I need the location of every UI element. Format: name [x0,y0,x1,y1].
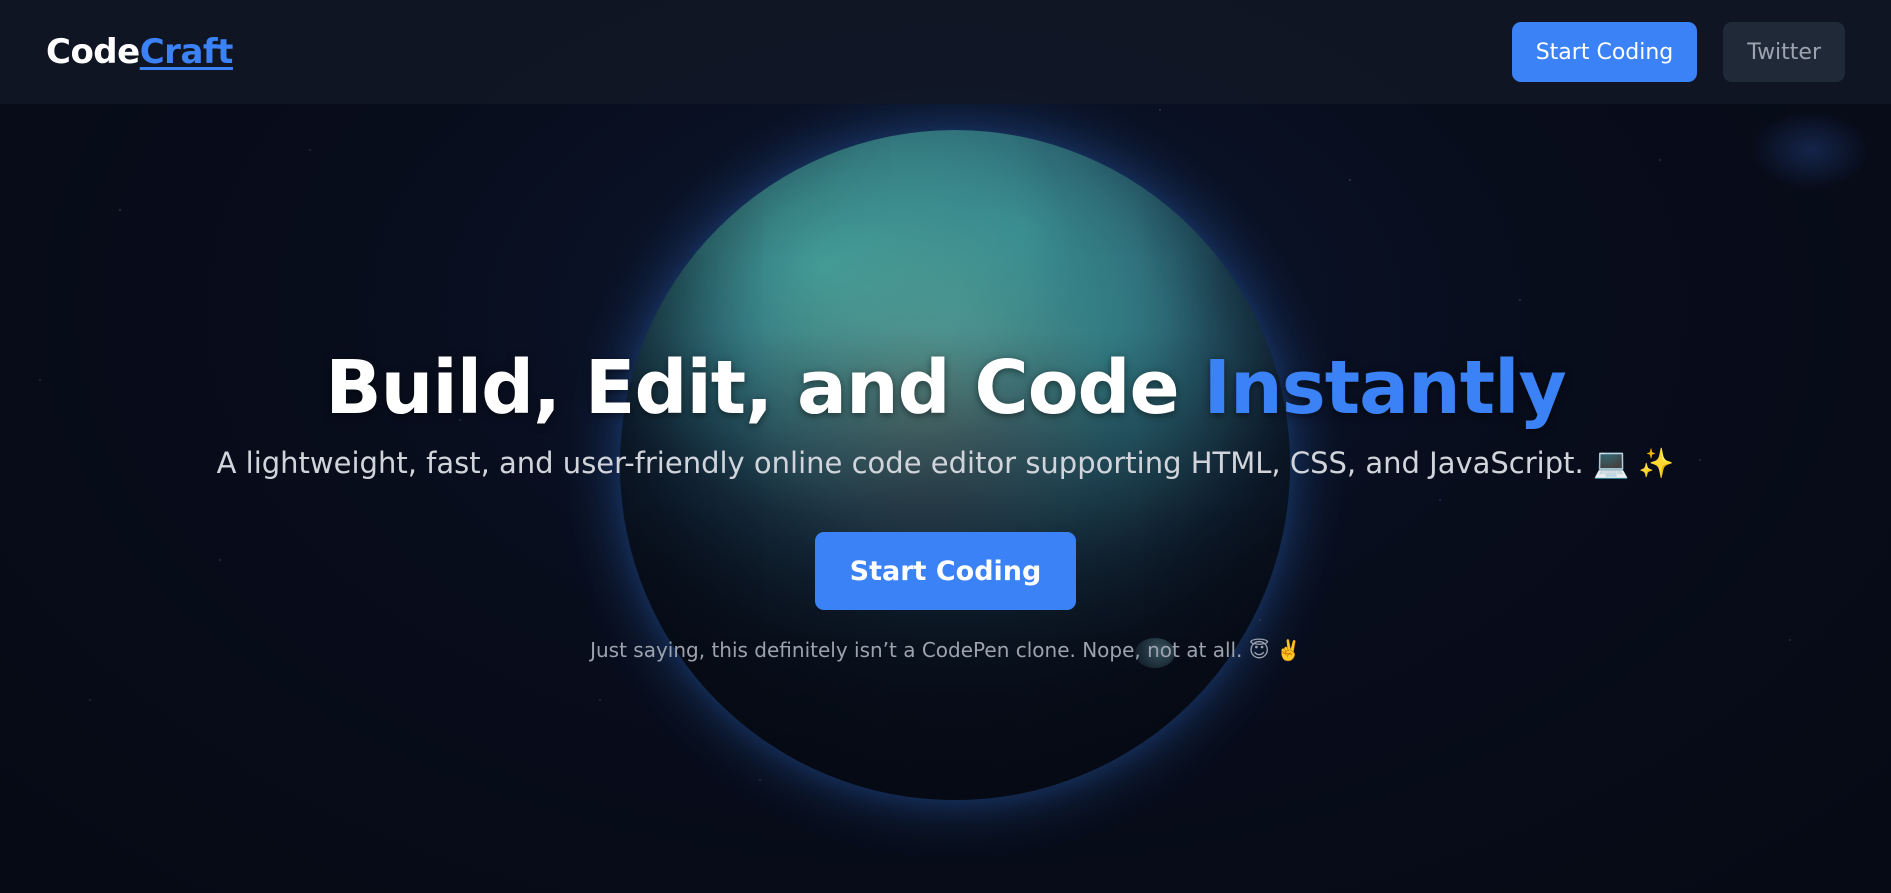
hero-start-coding-button[interactable]: Start Coding [814,532,1077,610]
nebula-decoration [1751,110,1871,190]
landing-page: CodeCraft Start Coding Twitter Build, Ed… [0,0,1891,893]
top-navbar: CodeCraft Start Coding Twitter [0,0,1891,104]
header-nav: Start Coding Twitter [1511,22,1845,82]
hero-footnote: Just saying, this definitely isn’t a Cod… [590,638,1301,662]
hero-subtitle: A lightweight, fast, and user-friendly o… [216,446,1675,480]
cta-container: Start Coding [0,532,1891,610]
hero-headline: Build, Edit, and Code Instantly [0,345,1891,431]
logo-text-accent: Craft [139,32,234,72]
logo-text-main: Code [46,32,140,72]
nav-start-coding-button[interactable]: Start Coding [1511,22,1698,82]
headline-main-text: Build, Edit, and Code [325,345,1204,431]
nav-twitter-button[interactable]: Twitter [1723,22,1845,82]
headline-accent-text: Instantly [1203,345,1566,431]
logo[interactable]: CodeCraft [46,32,233,72]
